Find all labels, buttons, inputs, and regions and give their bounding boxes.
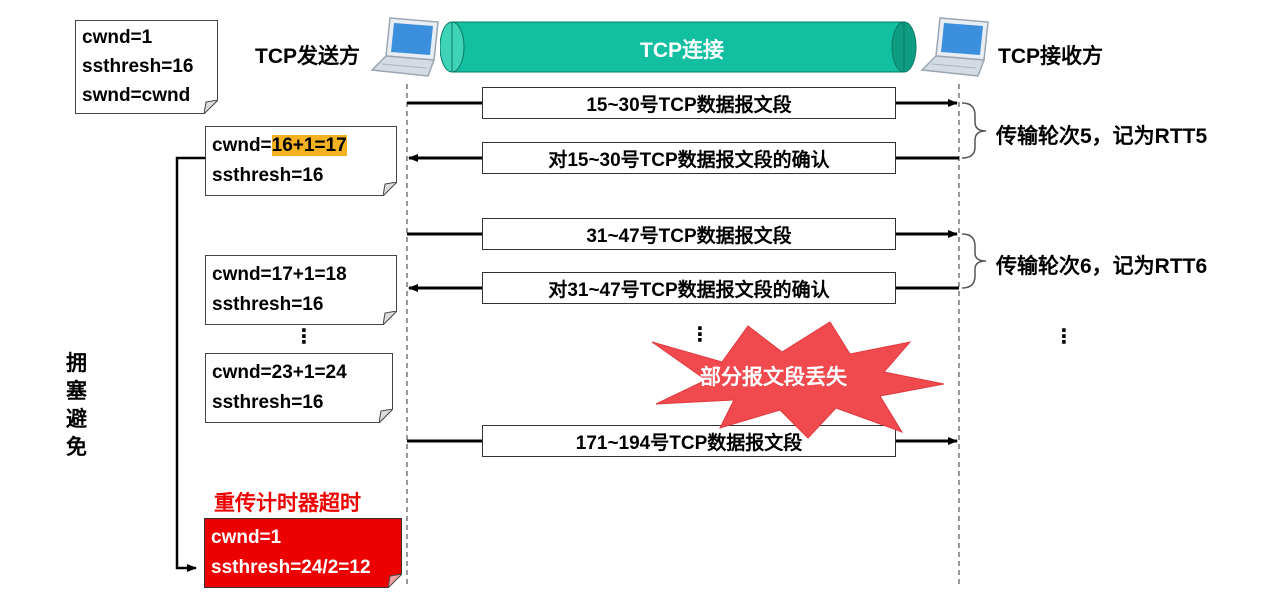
ack-31-47: 对31~47号TCP数据报文段的确认 [482, 272, 896, 304]
state-note-rtt5: cwnd=16+1=17 ssthresh=16 [205, 126, 397, 196]
state-note-later: cwnd=23+1=24 ssthresh=16 [205, 353, 393, 423]
ellipsis-sender: ⋮ [294, 326, 314, 348]
cwnd-timeout: cwnd=1 [211, 527, 282, 548]
ssthresh-rtt5: ssthresh=16 [212, 165, 324, 186]
round-label-rtt5: 传输轮次5，记为RTT5 [996, 125, 1208, 148]
segment-31-47: 31~47号TCP数据报文段 [482, 218, 896, 250]
ack-15-30: 对15~30号TCP数据报文段的确认 [482, 142, 896, 174]
ssthresh-rtt6: ssthresh=16 [212, 294, 324, 315]
ssthresh-later: ssthresh=16 [212, 392, 324, 413]
cwnd-prefix: cwnd= [212, 135, 272, 156]
initial-swnd: swnd=cwnd [82, 85, 191, 106]
initial-ssthresh: ssthresh=16 [82, 56, 194, 77]
segment-15-30: 15~30号TCP数据报文段 [482, 87, 896, 119]
phase-label: 拥 塞 避 免 [66, 352, 87, 459]
cwnd-later: cwnd=23+1=24 [212, 362, 347, 383]
ssthresh-timeout: ssthresh=24/2=12 [211, 557, 371, 578]
timeout-label: 重传计时器超时 [214, 492, 361, 515]
ellipsis-receiver: ⋮ [1054, 326, 1074, 348]
round-label-rtt6: 传输轮次6，记为RTT6 [996, 255, 1208, 278]
state-note-rtt6: cwnd=17+1=18 ssthresh=16 [205, 255, 397, 325]
cwnd-highlight: 16+1=17 [271, 135, 347, 156]
initial-state-note: cwnd=1 ssthresh=16 swnd=cwnd [75, 20, 218, 114]
initial-cwnd: cwnd=1 [82, 27, 153, 48]
cwnd-rtt6: cwnd=17+1=18 [212, 264, 347, 285]
state-note-timeout: cwnd=1 ssthresh=24/2=12 [204, 518, 402, 588]
loss-label: 部分报文段丢失 [700, 366, 847, 389]
